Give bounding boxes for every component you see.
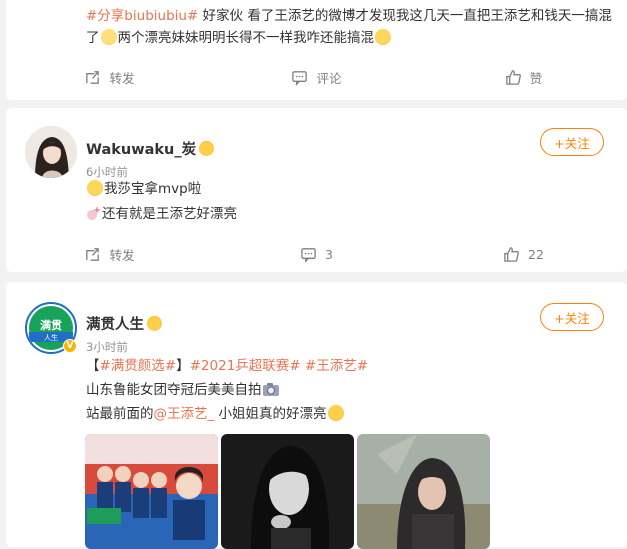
avatar[interactable]	[25, 126, 77, 178]
comment-icon	[292, 70, 308, 86]
crown-badge-icon	[199, 141, 215, 156]
post-1-text-line-1: #分享biubiubiu# 好家伙 看了王添艺的微博才发现我这几天一直把王添艺和…	[86, 6, 612, 26]
comment-icon	[301, 247, 316, 263]
post-1-text-b: 两个漂亮妹妹明明长得不一样我咋还能搞混	[117, 30, 375, 46]
username-text: 满贯人生	[86, 317, 144, 333]
cry-emoji-icon	[87, 180, 103, 196]
post-time[interactable]: 3小时前	[86, 339, 128, 355]
photo-thumbnail-3[interactable]	[357, 434, 490, 549]
follow-label: +关注	[554, 310, 590, 326]
avatar-image	[25, 126, 77, 178]
post-card-3: 满贯 人生 V 满贯人生 3小时前 +关注 【#满贯颜选#】#2021乒超联赛#…	[6, 282, 627, 549]
team-photo-image	[85, 434, 218, 549]
heart-eyes-emoji-icon	[327, 405, 344, 421]
post-card-1: #分享biubiubiu# 好家伙 看了王添艺的微博才发现我这几天一直把王添艺和…	[6, 0, 627, 100]
thumbs-up-icon	[505, 69, 521, 85]
follow-button[interactable]: +关注	[540, 128, 604, 156]
repost-icon	[86, 247, 100, 261]
post-3-text-line-1: 【#满贯颜选#】#2021乒超联赛# #王添艺#	[86, 356, 368, 376]
post-2-action-bar: 转发 3 22	[6, 236, 627, 272]
follow-label: +关注	[554, 135, 590, 151]
username[interactable]: Wakuwaku_炭	[86, 138, 215, 159]
repost-button[interactable]: 转发	[6, 245, 213, 264]
topic-link[interactable]: #王添艺#	[305, 358, 368, 374]
post-3-text-3a: 站最前面的	[86, 406, 154, 422]
follow-button[interactable]: +关注	[540, 303, 604, 331]
post-1-action-bar: 转发 评论 赞	[6, 59, 627, 95]
sparkle-emoji-icon	[86, 205, 102, 221]
post-3-text-line-2: 山东鲁能女团夺冠后美美自拍	[86, 380, 280, 400]
post-3-text-line-3: 站最前面的@王添艺_ 小姐姐真的好漂亮	[86, 404, 345, 424]
post-2-text-1: 我莎宝拿mvp啦	[104, 181, 202, 197]
repost-button[interactable]: 转发	[6, 68, 213, 87]
repost-label: 转发	[109, 70, 135, 86]
username-text: Wakuwaku_炭	[86, 142, 197, 158]
post-1-text: 好家伙 看了王添艺的微博才发现我这几天一直把王添艺和钱天一搞混	[198, 8, 612, 24]
post-2-text-line-2: 还有就是王添艺好漂亮	[86, 204, 237, 224]
like-button[interactable]: 赞	[420, 68, 627, 87]
like-count: 22	[528, 246, 544, 262]
portrait-bw-image	[221, 434, 354, 549]
avatar-logo-text: 满贯	[40, 319, 62, 332]
post-3-text-3b: 小姐姐真的好漂亮	[214, 406, 327, 422]
like-button[interactable]: 22	[420, 246, 627, 263]
post-2-text-2: 还有就是王添艺好漂亮	[102, 206, 237, 222]
mention-link[interactable]: @王添艺_	[154, 406, 215, 422]
topic-link[interactable]: #满贯颜选#	[100, 358, 177, 374]
topic-link[interactable]: #2021乒超联赛#	[190, 358, 301, 374]
comment-count: 3	[325, 246, 333, 262]
comment-button[interactable]: 3	[213, 246, 420, 263]
comment-button[interactable]: 评论	[213, 68, 420, 87]
smile-emoji-icon	[100, 29, 117, 45]
post-3-text-2: 山东鲁能女团夺冠后美美自拍	[86, 382, 262, 398]
post-2-text-line-1: 我莎宝拿mvp啦	[86, 179, 201, 199]
topic-link[interactable]: #分享biubiubiu#	[86, 8, 198, 24]
post-card-2: Wakuwaku_炭 6小时前 +关注 我莎宝拿mvp啦 还有就是王添艺好漂亮 …	[6, 108, 627, 272]
photo-thumbnail-1[interactable]	[85, 434, 218, 549]
portrait-outdoor-image	[357, 434, 490, 549]
camera-emoji-icon	[262, 381, 280, 397]
repost-icon	[86, 70, 100, 84]
bracket-close: 】	[176, 358, 190, 374]
like-label: 赞	[529, 70, 543, 86]
crown-badge-icon	[147, 316, 162, 331]
repost-label: 转发	[109, 247, 135, 263]
comment-label: 评论	[316, 70, 342, 86]
post-1-text-line-2: 了 两个漂亮妹妹明明长得不一样我咋还能搞混	[86, 28, 392, 48]
username[interactable]: 满贯人生	[86, 313, 162, 334]
post-1-text-a: 了	[86, 30, 100, 46]
cry-emoji-icon	[375, 29, 391, 45]
verified-badge-icon: V	[63, 339, 77, 353]
photo-thumbnail-2[interactable]	[221, 434, 354, 549]
bracket-open: 【	[86, 358, 100, 374]
post-time[interactable]: 6小时前	[86, 164, 128, 180]
thumbs-up-icon	[504, 246, 520, 262]
